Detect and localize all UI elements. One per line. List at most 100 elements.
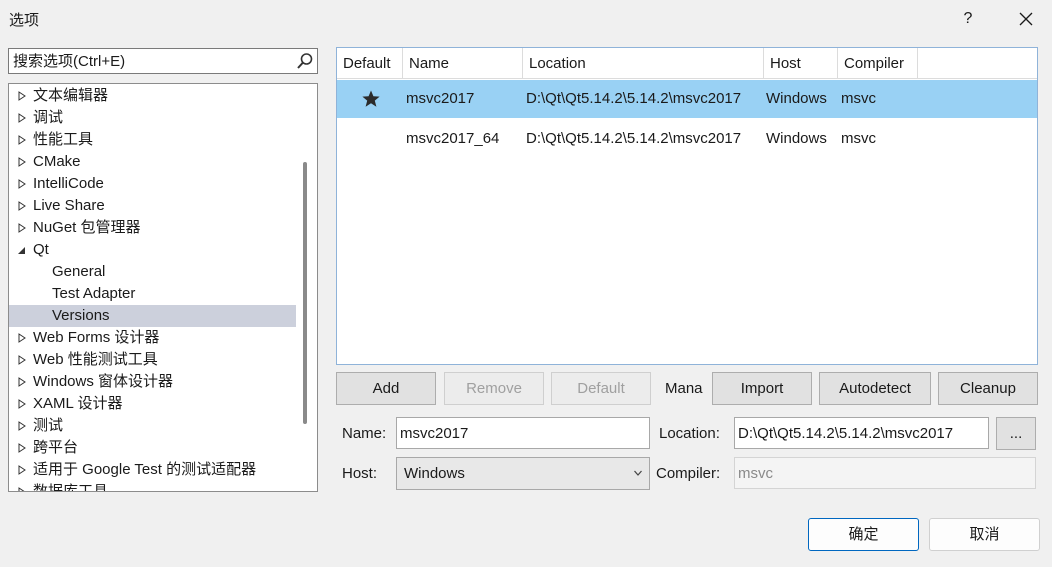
autodetect-button[interactable]: Autodetect <box>819 372 931 405</box>
tree-item-label: Web 性能测试工具 <box>33 351 158 368</box>
table-row[interactable]: msvc2017 D:\Qt\Qt5.14.2\5.14.2\msvc2017 … <box>337 80 1037 118</box>
tree-item-label: IntelliCode <box>33 175 104 192</box>
expand-arrow-icon[interactable] <box>18 135 26 145</box>
tree-item-label: Windows 窗体设计器 <box>33 373 174 390</box>
host-select[interactable]: Windows <box>396 457 650 490</box>
cleanup-button[interactable]: Cleanup <box>938 372 1038 405</box>
close-icon <box>1019 12 1033 26</box>
location-field[interactable] <box>734 417 989 449</box>
window-title: 选项 <box>9 12 40 29</box>
expand-arrow-icon[interactable] <box>18 399 26 409</box>
expand-arrow-icon[interactable] <box>18 377 26 387</box>
tree-item-google-test[interactable]: 适用于 Google Test 的测试适配器 <box>9 459 296 481</box>
host-select-value: Windows <box>404 465 465 482</box>
cell-name: msvc2017 <box>406 90 475 107</box>
tree-item-label: NuGet 包管理器 <box>33 219 141 236</box>
location-label: Location: <box>659 425 720 442</box>
chevron-down-icon <box>634 470 642 476</box>
expand-arrow-icon[interactable] <box>18 201 26 211</box>
cell-compiler: msvc <box>841 130 876 147</box>
column-header-compiler[interactable]: Compiler <box>838 48 918 79</box>
tree-item-label: 文本编辑器 <box>33 87 109 104</box>
tree-item-qt-test-adapter[interactable]: Test Adapter <box>9 283 296 305</box>
tree-item-test[interactable]: 测试 <box>9 415 296 437</box>
compiler-label: Compiler: <box>656 465 721 482</box>
tree-scrollbar-thumb[interactable] <box>303 162 307 424</box>
manage-label: Mana <box>665 380 703 397</box>
tree-item-intellicode[interactable]: IntelliCode <box>9 173 296 195</box>
host-label: Host: <box>342 465 378 482</box>
tree-item-label: 适用于 Google Test 的测试适配器 <box>33 461 257 478</box>
expand-arrow-icon[interactable] <box>18 157 26 167</box>
options-search[interactable] <box>8 48 318 74</box>
tree-item-cross-platform[interactable]: 跨平台 <box>9 437 296 459</box>
name-label: Name: <box>342 425 387 442</box>
tree-item-label: Versions <box>52 307 110 324</box>
tree-item-web-perf-test[interactable]: Web 性能测试工具 <box>9 349 296 371</box>
tree-item-debugging[interactable]: 调试 <box>9 107 296 129</box>
tree-item-xaml[interactable]: XAML 设计器 <box>9 393 296 415</box>
cell-compiler: msvc <box>841 90 876 107</box>
expand-arrow-icon[interactable] <box>18 91 26 101</box>
tree-item-text-editor[interactable]: 文本编辑器 <box>9 85 296 107</box>
cell-host: Windows <box>766 90 827 107</box>
browse-button[interactable]: ... <box>996 417 1036 450</box>
add-button[interactable]: Add <box>336 372 436 405</box>
remove-button[interactable]: Remove <box>444 372 544 405</box>
tree-item-nuget[interactable]: NuGet 包管理器 <box>9 217 296 239</box>
tree-item-performance-tools[interactable]: 性能工具 <box>9 129 296 151</box>
tree-item-label: Live Share <box>33 197 105 214</box>
collapse-arrow-icon[interactable] <box>18 245 26 255</box>
compiler-field <box>734 457 1036 489</box>
tree-item-label: Web Forms 设计器 <box>33 329 160 346</box>
tree-item-label: Test Adapter <box>52 285 136 302</box>
column-header-host[interactable]: Host <box>764 48 838 79</box>
tree-item-web-forms[interactable]: Web Forms 设计器 <box>9 327 296 349</box>
table-header: Default Name Location Host Compiler <box>337 48 1037 79</box>
tree-item-label: General <box>52 263 106 280</box>
cell-name: msvc2017_64 <box>406 130 500 147</box>
tree-item-qt-versions[interactable]: Versions <box>9 305 296 327</box>
tree-item-label: 测试 <box>33 417 64 434</box>
tree-item-label: 调试 <box>33 109 64 126</box>
column-header-location[interactable]: Location <box>523 48 764 79</box>
tree-item-cmake[interactable]: CMake <box>9 151 296 173</box>
tree-item-qt[interactable]: Qt <box>9 239 296 261</box>
expand-arrow-icon[interactable] <box>18 487 26 492</box>
star-icon <box>362 90 380 107</box>
expand-arrow-icon[interactable] <box>18 113 26 123</box>
tree-item-live-share[interactable]: Live Share <box>9 195 296 217</box>
title-bar: 选项 ? <box>0 0 1052 38</box>
expand-arrow-icon[interactable] <box>18 179 26 189</box>
help-button[interactable]: ? <box>956 6 980 32</box>
tree-item-windows-forms[interactable]: Windows 窗体设计器 <box>9 371 296 393</box>
table-row[interactable]: msvc2017_64 D:\Qt\Qt5.14.2\5.14.2\msvc20… <box>337 120 1037 158</box>
cell-location: D:\Qt\Qt5.14.2\5.14.2\msvc2017 <box>526 90 742 107</box>
cell-location: D:\Qt\Qt5.14.2\5.14.2\msvc2017 <box>526 130 742 147</box>
expand-arrow-icon[interactable] <box>18 223 26 233</box>
import-button[interactable]: Import <box>712 372 812 405</box>
search-icon[interactable] <box>296 52 314 70</box>
versions-table[interactable]: Default Name Location Host Compiler msvc… <box>336 47 1038 365</box>
tree-item-label: CMake <box>33 153 81 170</box>
default-button[interactable]: Default <box>551 372 651 405</box>
ok-button[interactable]: 确定 <box>808 518 919 551</box>
column-header-name[interactable]: Name <box>403 48 523 79</box>
expand-arrow-icon[interactable] <box>18 355 26 365</box>
expand-arrow-icon[interactable] <box>18 443 26 453</box>
tree-item-label: XAML 设计器 <box>33 395 123 412</box>
column-header-default[interactable]: Default <box>337 48 403 79</box>
name-field[interactable] <box>396 417 650 449</box>
cell-host: Windows <box>766 130 827 147</box>
expand-arrow-icon[interactable] <box>18 421 26 431</box>
expand-arrow-icon[interactable] <box>18 465 26 475</box>
cancel-button[interactable]: 取消 <box>929 518 1040 551</box>
tree-item-label: 性能工具 <box>33 131 94 148</box>
close-button[interactable] <box>1013 6 1039 32</box>
options-tree[interactable]: 文本编辑器 调试 性能工具 CMake IntelliCode Live Sha… <box>8 83 318 492</box>
tree-item-database-tools[interactable]: 数据库工具 <box>9 481 296 492</box>
expand-arrow-icon[interactable] <box>18 333 26 343</box>
tree-item-label: 数据库工具 <box>33 483 109 492</box>
search-input[interactable] <box>9 49 291 73</box>
tree-item-qt-general[interactable]: General <box>9 261 296 283</box>
